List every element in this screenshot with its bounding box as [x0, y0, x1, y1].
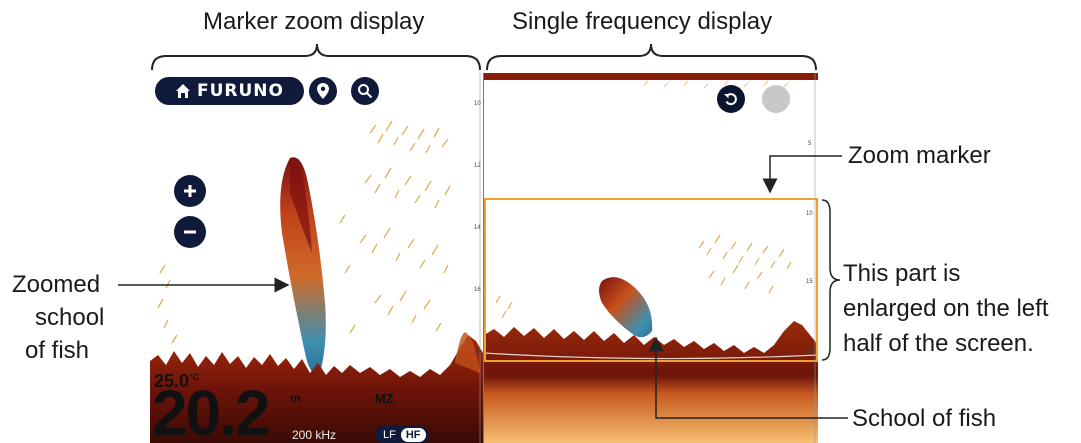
- label-zoomed-line-2: school: [35, 304, 105, 331]
- label-enlarged-line-1: This part is: [843, 260, 961, 287]
- label-zoom-marker: Zoom marker: [848, 142, 991, 169]
- school-arrow: [648, 336, 848, 419]
- annotation-arrows: [118, 155, 848, 419]
- label-zoomed-line-1: Zoomed: [12, 271, 101, 298]
- label-zoomed-line-3: of fish: [25, 337, 90, 364]
- label-school-of-fish: School of fish: [852, 405, 997, 432]
- zoom-marker-arrow: [762, 155, 842, 194]
- label-enlarged-line-2: enlarged on the left: [843, 295, 1049, 322]
- enlarged-part-brace: [821, 199, 841, 361]
- label-enlarged-line-3: half of the screen.: [843, 330, 1034, 357]
